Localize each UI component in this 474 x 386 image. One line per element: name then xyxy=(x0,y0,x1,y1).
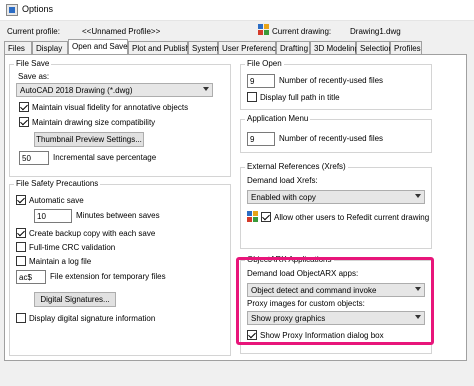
xrefs-demand-label: Demand load Xrefs: xyxy=(247,176,318,185)
logfile-checkbox[interactable] xyxy=(16,256,26,266)
chevron-down-icon xyxy=(415,194,421,198)
file-open-group: File Open 9 Number of recently-used file… xyxy=(240,59,432,110)
tab-profiles[interactable]: Profiles xyxy=(390,41,422,54)
refedit-icon xyxy=(247,211,258,222)
highlight-box xyxy=(236,257,434,345)
minutes-label: Minutes between saves xyxy=(76,211,160,220)
app-menu-recent-input[interactable]: 9 xyxy=(247,132,275,146)
tab-drafting[interactable]: Drafting xyxy=(276,41,310,54)
temp-extension-label: File extension for temporary files xyxy=(50,272,166,281)
tab-files[interactable]: Files xyxy=(4,41,32,54)
title-bar: Options xyxy=(0,0,474,21)
digsig-info-checkbox[interactable] xyxy=(16,313,26,323)
xrefs-title: External References (Xrefs) xyxy=(245,162,348,171)
tab-selection[interactable]: Selection xyxy=(356,41,393,54)
save-as-select[interactable]: AutoCAD 2018 Drawing (*.dwg) xyxy=(16,83,213,97)
chevron-down-icon xyxy=(203,87,209,91)
allow-refedit-label: Allow other users to Refedit current dra… xyxy=(274,213,430,222)
file-open-title: File Open xyxy=(245,59,284,68)
app-menu-recent-label: Number of recently-used files xyxy=(279,134,384,143)
current-profile-label: Current profile: xyxy=(7,27,60,36)
file-safety-group: File Safety Precautions Automatic save 1… xyxy=(9,179,231,356)
file-save-group: File Save Save as: AutoCAD 2018 Drawing … xyxy=(9,59,231,177)
app-icon xyxy=(6,4,18,16)
backup-label: Create backup copy with each save xyxy=(29,229,156,238)
tab-user-preferences[interactable]: User Preferences xyxy=(218,41,284,54)
options-dialog: Current profile: <<Unnamed Profile>> Cur… xyxy=(0,21,474,386)
minutes-input[interactable]: 10 xyxy=(34,209,72,223)
drawing-icon xyxy=(258,24,269,35)
backup-checkbox[interactable] xyxy=(16,228,26,238)
app-menu-title: Application Menu xyxy=(245,114,311,123)
tab-display[interactable]: Display xyxy=(32,41,68,54)
allow-refedit-checkbox[interactable] xyxy=(261,212,271,222)
incremental-save-label: Incremental save percentage xyxy=(53,153,157,162)
full-path-checkbox[interactable] xyxy=(247,92,257,102)
fidelity-label: Maintain visual fidelity for annotative … xyxy=(32,103,189,112)
drawing-size-checkbox[interactable] xyxy=(19,117,29,127)
temp-extension-input[interactable]: ac$ xyxy=(16,270,46,284)
drawing-size-label: Maintain drawing size compatibility xyxy=(32,118,156,127)
save-as-label: Save as: xyxy=(18,72,50,81)
file-open-recent-input[interactable]: 9 xyxy=(247,74,275,88)
fidelity-checkbox[interactable] xyxy=(19,102,29,112)
crc-checkbox[interactable] xyxy=(16,242,26,252)
current-drawing-label: Current drawing: xyxy=(272,27,332,36)
xrefs-demand-value: Enabled with copy xyxy=(251,193,316,202)
digsig-info-label: Display digital signature information xyxy=(29,314,156,323)
save-as-value: AutoCAD 2018 Drawing (*.dwg) xyxy=(20,86,133,95)
app-menu-group: Application Menu 9 Number of recently-us… xyxy=(240,114,432,153)
xrefs-demand-select[interactable]: Enabled with copy xyxy=(247,190,425,204)
autosave-checkbox[interactable] xyxy=(16,195,26,205)
logfile-label: Maintain a log file xyxy=(29,257,92,266)
thumbnail-preview-button[interactable]: Thumbnail Preview Settings... xyxy=(34,132,144,147)
tab-system[interactable]: System xyxy=(188,41,219,54)
file-open-recent-label: Number of recently-used files xyxy=(279,76,384,85)
tab-plot-and-publish[interactable]: Plot and Publish xyxy=(128,41,190,54)
tab-3d-modeling[interactable]: 3D Modeling xyxy=(310,41,359,54)
full-path-label: Display full path in title xyxy=(260,93,340,102)
xrefs-group: External References (Xrefs) Demand load … xyxy=(240,162,432,249)
tab-open-and-save[interactable]: Open and Save xyxy=(68,39,128,55)
current-drawing-value: Drawing1.dwg xyxy=(350,27,401,36)
window-title: Options xyxy=(22,4,54,14)
file-save-title: File Save xyxy=(14,59,52,68)
autosave-label: Automatic save xyxy=(29,196,84,205)
current-profile-value: <<Unnamed Profile>> xyxy=(82,27,161,36)
file-safety-title: File Safety Precautions xyxy=(14,179,101,188)
incremental-save-input[interactable]: 50 xyxy=(19,151,49,165)
crc-label: Full-time CRC validation xyxy=(29,243,116,252)
digital-signatures-button[interactable]: Digital Signatures... xyxy=(34,292,116,307)
